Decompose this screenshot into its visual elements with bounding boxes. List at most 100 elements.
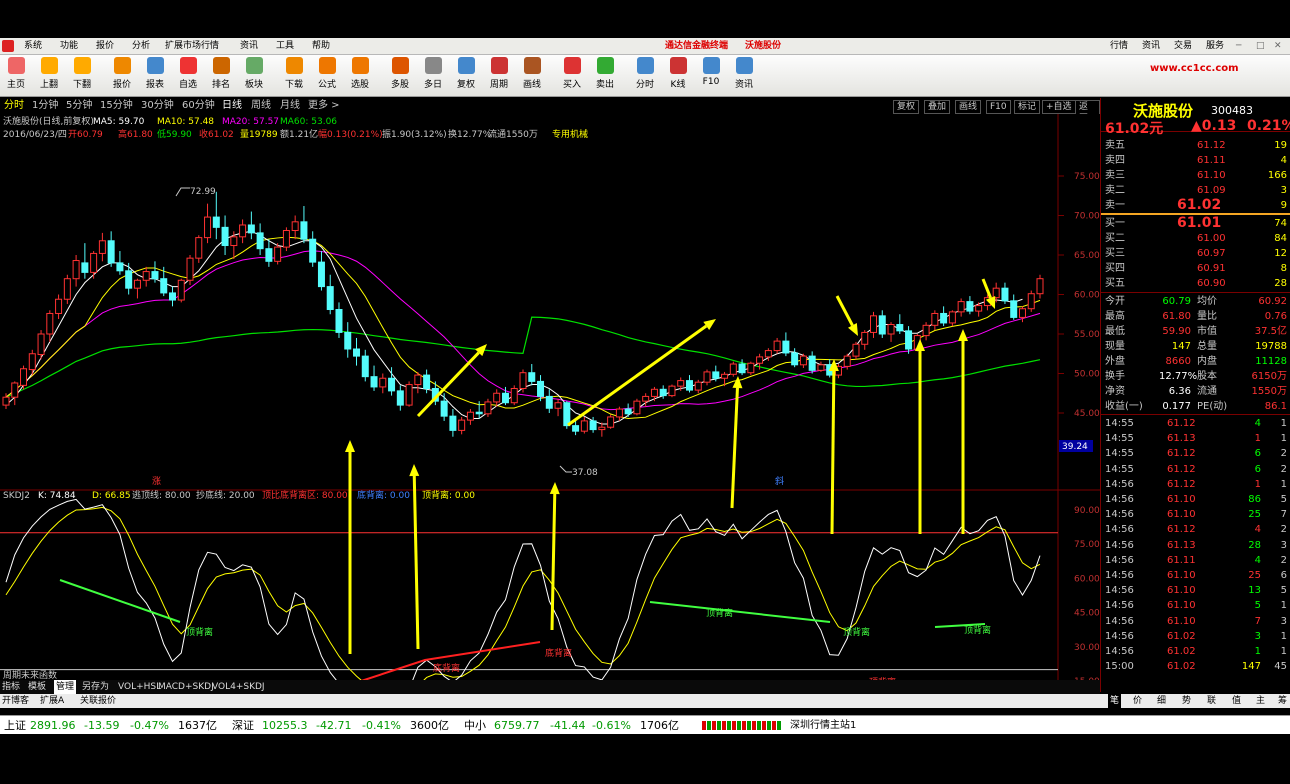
menu-tools[interactable]: 工具 xyxy=(276,38,294,55)
window-close-icon[interactable]: ✕ xyxy=(1274,38,1282,55)
panel-tab-2[interactable]: 细 xyxy=(1157,694,1166,708)
period-4[interactable]: 30分钟 xyxy=(141,98,174,114)
panel-tab-0[interactable]: 笔 xyxy=(1108,694,1122,708)
toolbar-button-4[interactable]: 报表 xyxy=(140,57,170,90)
menu-help[interactable]: 帮助 xyxy=(312,38,330,55)
toolbar-button-6[interactable]: 排名 xyxy=(206,57,236,90)
menu-right-trade[interactable]: 交易 xyxy=(1174,38,1192,55)
period-8[interactable]: 月线 xyxy=(280,98,300,114)
chart-button-2[interactable]: 画线 xyxy=(955,100,982,114)
toolbar-button-9[interactable]: 公式 xyxy=(312,57,342,90)
toolbar-button-10[interactable]: 选股 xyxy=(345,57,375,90)
indicator-tab-5[interactable]: MACD+SKDJ xyxy=(158,680,214,694)
menu-function[interactable]: 功能 xyxy=(60,38,78,55)
kline-chart[interactable]: 沃施股份(日线,前复权) MA5: 59.70 MA10: 57.48 MA20: 5… xyxy=(0,114,1100,692)
ask-row: 卖四 61.11 4 xyxy=(1101,153,1290,168)
period-0[interactable]: 分时 xyxy=(4,98,24,114)
stat-label: 最低 xyxy=(1105,326,1125,337)
toolbar-button-20[interactable]: F10 xyxy=(696,57,726,87)
indicator-tab-2[interactable]: 管理 xyxy=(54,680,77,694)
panel-tab-5[interactable]: 值 xyxy=(1232,694,1241,708)
period-9[interactable]: 更多 > xyxy=(308,98,340,114)
candle-body xyxy=(370,376,378,388)
stat-value: 12.77% xyxy=(1159,371,1198,382)
toolbar-button-5[interactable]: 自选 xyxy=(173,57,203,90)
toolbar-button-3[interactable]: 报价 xyxy=(107,57,137,90)
toolbar-button-14[interactable]: 周期 xyxy=(484,57,514,90)
panel-tab-6[interactable]: 主 xyxy=(1256,694,1265,708)
period-6[interactable]: 日线 xyxy=(222,98,242,114)
toolbar-button-11[interactable]: 多股 xyxy=(385,57,415,90)
toolbar-button-19[interactable]: K线 xyxy=(663,57,693,90)
indicator-tab-6[interactable]: VOL4+SKDJ xyxy=(212,680,265,694)
chart-button-5[interactable]: +自选 xyxy=(1042,100,1076,114)
toolbar-button-1[interactable]: 上翻 xyxy=(34,57,64,90)
bid-price: 60.97 xyxy=(1197,248,1226,259)
candle-body xyxy=(572,425,580,432)
toolbar-button-0[interactable]: 主页 xyxy=(1,57,31,90)
bottom-tab-0[interactable]: 开博客 xyxy=(2,694,29,708)
panel-tab-7[interactable]: 筹 xyxy=(1278,694,1287,708)
chart-button-1[interactable]: 叠加 xyxy=(924,100,951,114)
ask-row: 卖五 61.12 19 xyxy=(1101,138,1290,153)
window-maximize-icon[interactable]: □ xyxy=(1256,38,1265,55)
toolbar-button-8[interactable]: 下载 xyxy=(279,57,309,90)
app-title: 通达信金融终端 xyxy=(665,41,729,51)
sz-index-label[interactable]: 深证 xyxy=(232,716,254,734)
menu-right-info[interactable]: 资讯 xyxy=(1142,38,1160,55)
bottom-tab-2[interactable]: 关联报价 xyxy=(80,694,116,708)
toolbar-label: 多日 xyxy=(423,80,442,90)
period-2[interactable]: 5分钟 xyxy=(66,98,92,114)
period-1[interactable]: 1分钟 xyxy=(32,98,58,114)
period-5[interactable]: 60分钟 xyxy=(182,98,215,114)
stat-row: 净资 6.36 流通 1550万 xyxy=(1101,384,1290,399)
panel-tab-4[interactable]: 联 xyxy=(1207,694,1216,708)
menu-quote[interactable]: 报价 xyxy=(96,38,114,55)
candle-body xyxy=(598,426,606,431)
toolbar-button-16[interactable]: 买入 xyxy=(557,57,587,90)
toolbar-label: 画线 xyxy=(522,80,541,90)
chart-header-ma5: MA5: 59.70 xyxy=(93,117,145,127)
indicator-tab-3[interactable]: 另存为 xyxy=(82,680,109,694)
toolbar-button-17[interactable]: 卖出 xyxy=(590,57,620,90)
candle-body xyxy=(388,377,396,392)
indicator-tab-1[interactable]: 模板 xyxy=(28,680,46,694)
period-3[interactable]: 15分钟 xyxy=(100,98,133,114)
panel-tab-1[interactable]: 价 xyxy=(1133,694,1142,708)
menu-extended-market[interactable]: 扩展市场行情 xyxy=(165,38,219,55)
toolbar-button-7[interactable]: 板块 xyxy=(239,57,269,90)
chart-button-0[interactable]: 复权 xyxy=(893,100,920,114)
chart-button-3[interactable]: F10 xyxy=(986,100,1011,114)
toolbar-button-15[interactable]: 画线 xyxy=(517,57,547,90)
stat-label: 换手 xyxy=(1105,371,1125,382)
toolbar-button-12[interactable]: 多日 xyxy=(418,57,448,90)
indicator-tab-4[interactable]: VOL+HSL xyxy=(118,680,161,694)
candle-body xyxy=(90,252,98,273)
menu-analysis[interactable]: 分析 xyxy=(132,38,150,55)
stat-label: 市值 xyxy=(1197,326,1217,337)
candle-body xyxy=(808,355,816,371)
indicator-axis-label: 75.00 xyxy=(1074,540,1100,550)
tick-time: 14:56 xyxy=(1105,630,1134,642)
toolbar-button-21[interactable]: 资讯 xyxy=(729,57,759,90)
menu-right-service[interactable]: 服务 xyxy=(1206,38,1224,55)
toolbar-button-2[interactable]: 下翻 xyxy=(67,57,97,90)
menu-info[interactable]: 资讯 xyxy=(240,38,258,55)
menu-system[interactable]: 系统 xyxy=(24,38,42,55)
sh-index-label[interactable]: 上证 xyxy=(4,716,26,734)
toolbar-button-18[interactable]: 分时 xyxy=(630,57,660,90)
stock-change: ▲0.13 xyxy=(1191,118,1237,134)
panel-tab-3[interactable]: 势 xyxy=(1182,694,1191,708)
menu-right-market[interactable]: 行情 xyxy=(1110,38,1128,55)
period-7[interactable]: 周线 xyxy=(251,98,271,114)
window-minimize-icon[interactable]: ─ xyxy=(1236,38,1241,55)
bid-label: 买三 xyxy=(1105,248,1125,259)
candle-body xyxy=(46,312,54,335)
price-axis-label: 50.00 xyxy=(1074,370,1100,380)
toolbar-button-13[interactable]: 复权 xyxy=(451,57,481,90)
zx-index-label[interactable]: 中小 xyxy=(464,716,486,734)
candle-body xyxy=(650,388,658,397)
indicator-tab-0[interactable]: 指标 xyxy=(2,680,20,694)
bottom-tab-1[interactable]: 扩展A xyxy=(40,694,64,708)
chart-button-4[interactable]: 标记 xyxy=(1014,100,1041,114)
